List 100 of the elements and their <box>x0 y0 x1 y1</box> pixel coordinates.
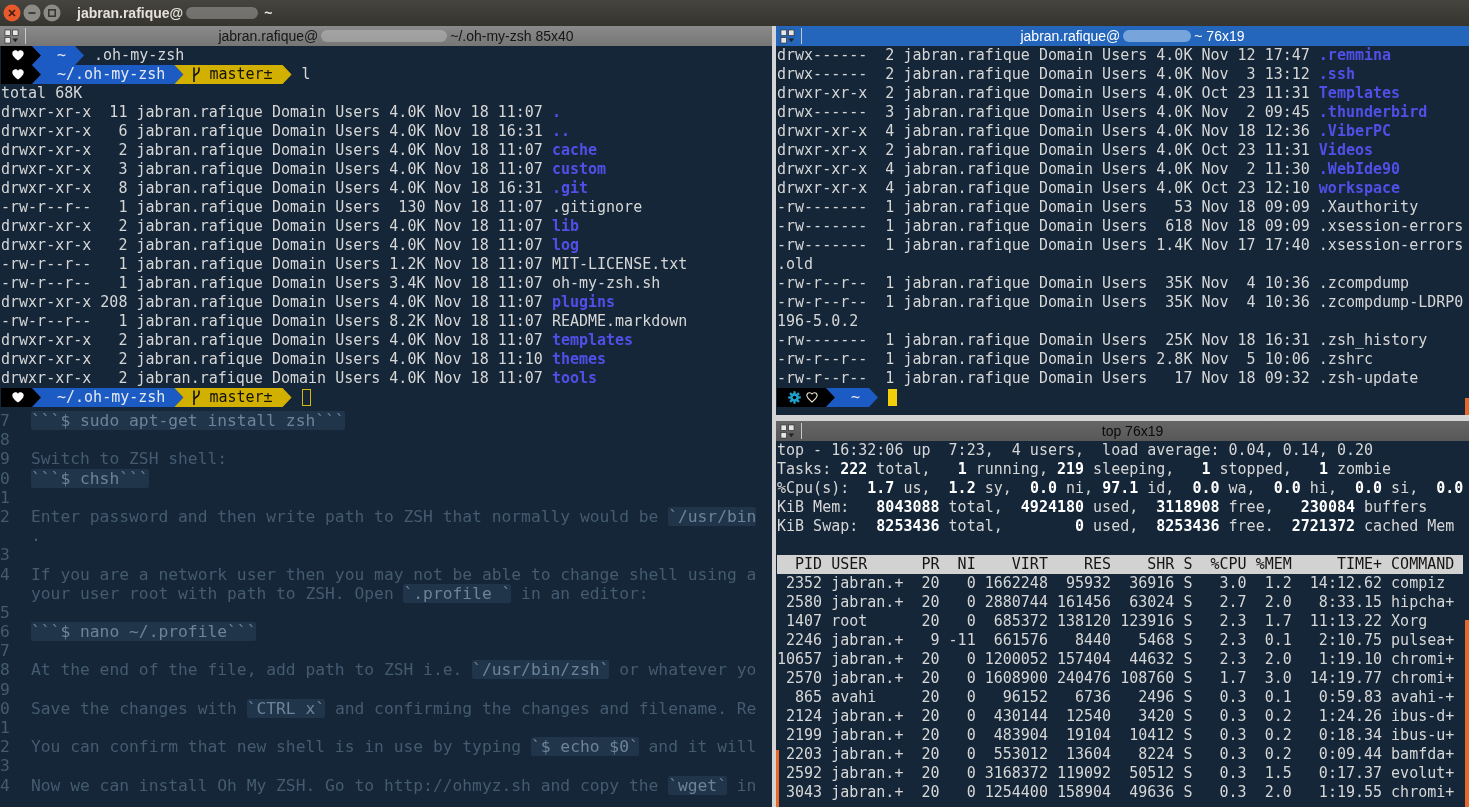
table-header: PID USER PR NI VIRT RES SHR S %CPU %MEM TIME+ COMMAND <box>777 555 1464 574</box>
file-name: cache <box>551 141 598 160</box>
pane-title: ~ 76x19 <box>1194 28 1245 44</box>
path-segment: ~ <box>32 46 85 65</box>
line-number: 3 <box>0 545 10 565</box>
file-details: drwxr-xr-x 2 jabran.rafique Domain Users 4.0K Nov 18 11:07 <box>1 236 543 255</box>
file-name: themes <box>551 350 607 369</box>
document-line: Now we can install Oh My ZSH. Go to http://ohmyz.sh and copy the `wget` in <box>31 775 757 795</box>
gear-icon <box>788 391 801 404</box>
grid-icon[interactable] <box>4 28 19 44</box>
maximize-icon[interactable] <box>43 4 61 22</box>
heart-icon <box>12 69 24 80</box>
process-row-text: 2203 jabran.+ 20 0 553012 13604 8224 S 0.3 0.2 0:09.44 bamfda+ <box>785 745 1456 764</box>
output-text: total 68K <box>1 84 83 103</box>
file-name: .Xauthority <box>1318 198 1419 217</box>
file-details: drwxr-xr-x 3 jabran.rafique Domain Users 4.0K Nov 18 11:07 <box>1 160 543 179</box>
file-name: .. <box>551 122 570 141</box>
window-title: ~ <box>264 5 273 21</box>
file-name: templates <box>551 331 634 350</box>
process-row-text: 10657 jabran.+ 20 0 1200052 157404 44632 S 2.3 2.0 1:19.10 chromi+ <box>777 650 1456 669</box>
grid-icon[interactable] <box>780 28 795 44</box>
branch-name: master± <box>209 388 273 407</box>
file-details: drwxr-xr-x 4 jabran.rafique Domain Users 4.0K Nov 2 11:30 <box>777 160 1310 179</box>
file-details: -rw------- 1 jabran.rafique Domain Users 25K Nov 18 16:31 <box>777 331 1310 350</box>
file-details: drwx------ 2 jabran.rafique Domain Users 4.0K Nov 12 17:47 <box>777 46 1310 65</box>
file-details: -rw-r--r-- 1 jabran.rafique Domain Users 2.8K Nov 5 10:06 <box>777 350 1310 369</box>
heart-outline-icon <box>806 392 818 403</box>
summary-line: Tasks: 222 total, 1 running, 219 sleeping, 1 stopped, 1 zombie <box>777 460 1393 479</box>
scrollbar-thumb <box>1465 398 1469 415</box>
document-line: Save the changes with `CTRL x` and confirming the changes and filename. Re <box>31 698 757 718</box>
document-line: If you are a network user then you may not be able to change shell using a <box>31 564 757 584</box>
file-name: plugins <box>551 293 616 312</box>
file-name: Templates <box>1318 84 1401 103</box>
process-row-text: 2246 jabran.+ 9 -11 661576 8440 5468 S 2.3 0.1 2:10.75 pulsea+ <box>785 631 1456 650</box>
line-number: 5 <box>0 602 10 623</box>
file-name: custom <box>551 160 607 179</box>
file-name: workspace <box>1318 179 1401 198</box>
file-details: -rw-r--r-- 1 jabran.rafique Domain Users 130 Nov 18 11:07 <box>1 198 543 217</box>
pane-title: jabran.rafique@ <box>1020 28 1121 44</box>
summary-line: top - 16:32:06 up 7:23, 4 users, load average: 0.04, 0.14, 0.20 <box>777 441 1375 460</box>
file-name: lib <box>551 217 579 236</box>
file-details: -rw-r--r-- 1 jabran.rafique Domain Users 17 Nov 18 09:32 <box>777 369 1310 388</box>
grid-icon[interactable] <box>780 423 795 439</box>
line-number: 3 <box>0 756 10 776</box>
output-text: 196-5.0.2 <box>777 312 859 331</box>
file-name: oh-my-zsh.sh <box>551 274 661 293</box>
process-row-text: 2199 jabran.+ 20 0 483904 19104 10412 S 0.3 0.2 0:18.34 ibus-u+ <box>785 726 1456 745</box>
pane-title: top 76x19 <box>1101 423 1164 439</box>
file-name: .zcompdump-LDRP0 <box>1318 293 1464 312</box>
document-line: Enter password and then write path to ZSH that normally would be `/usr/bin <box>31 506 757 527</box>
file-details: -rw------- 1 jabran.rafique Domain Users 53 Nov 18 09:09 <box>777 198 1310 217</box>
line-number: 0 <box>0 468 10 488</box>
file-name: .ssh <box>1318 65 1355 84</box>
file-details: -rw-r--r-- 1 jabran.rafique Domain Users 3.4K Nov 18 11:07 <box>1 274 543 293</box>
file-name: . <box>551 103 561 122</box>
process-row-text: 1407 root 20 0 685372 138120 123916 S 2.3 1.7 11:13.22 Xorg <box>785 612 1429 631</box>
file-name: .zcompdump <box>1318 274 1410 293</box>
window-title: jabran.rafique@ <box>77 5 184 21</box>
document-line: your user root with path to ZSH. Open `.profile ` in an editor: <box>31 583 649 603</box>
process-row-text: 2592 jabran.+ 20 0 3168372 119092 50512 S 0.3 1.5 0:17.37 evolut+ <box>785 764 1456 783</box>
file-name: .remmina <box>1318 46 1392 65</box>
line-number: 0 <box>0 698 10 718</box>
file-name: README.markdown <box>551 312 688 331</box>
file-name: .zsh_history <box>1318 331 1428 350</box>
file-details: drwxr-xr-x 2 jabran.rafique Domain Users 4.0K Nov 18 11:10 <box>1 350 543 369</box>
file-name: .git <box>551 179 588 198</box>
file-details: drwxr-xr-x 2 jabran.rafique Domain Users 4.0K Nov 18 11:07 <box>1 217 543 236</box>
output-text: .old <box>777 255 814 274</box>
file-details: -rw-r--r-- 1 jabran.rafique Domain Users 35K Nov 4 10:36 <box>777 274 1310 293</box>
line-number: 1 <box>0 487 10 507</box>
file-name: tools <box>551 369 598 388</box>
branch-icon <box>192 390 202 405</box>
minimize-icon[interactable] <box>23 4 41 22</box>
line-number: 4 <box>0 564 10 584</box>
path-segment: ~/.oh-my-zsh <box>32 388 184 407</box>
file-name: Videos <box>1318 141 1374 160</box>
file-details: -rw------- 1 jabran.rafique Domain Users 618 Nov 18 09:09 <box>777 217 1310 236</box>
file-details: drwxr-xr-x 4 jabran.rafique Domain Users 4.0K Oct 23 12:10 <box>777 179 1310 198</box>
line-number: 4 <box>0 775 10 795</box>
file-details: drwxr-xr-x 11 jabran.rafique Domain Users 4.0K Nov 18 11:07 <box>1 103 543 122</box>
document-line: At the end of the file, add path to ZSH i.e. `/usr/bin/zsh` or whatever yo <box>31 660 757 680</box>
line-number: 6 <box>0 622 10 642</box>
process-row-text: 2352 jabran.+ 20 0 1662248 95932 36916 S 3.0 1.2 14:12.62 compiz <box>785 574 1447 593</box>
line-number: 9 <box>0 679 10 699</box>
line-number: 8 <box>0 430 10 450</box>
file-details: drwxr-xr-x 2 jabran.rafique Domain Users 4.0K Nov 18 11:07 <box>1 369 543 388</box>
file-details: drwxr-xr-x 6 jabran.rafique Domain Users 4.0K Nov 18 16:31 <box>1 122 543 141</box>
path-segment: ~/.oh-my-zsh <box>32 65 184 84</box>
file-details: drwxr-xr-x 4 jabran.rafique Domain Users 4.0K Nov 18 12:36 <box>777 122 1310 141</box>
line-number: 7 <box>0 411 10 431</box>
summary-line: KiB Swap: 8253436 total, 0 used, 8253436 free. 2721372 cached Mem <box>777 517 1456 536</box>
process-row-text: 2124 jabran.+ 20 0 430144 12540 3420 S 0.3 0.2 1:24.26 ibus-d+ <box>785 707 1456 726</box>
close-icon[interactable] <box>3 4 21 22</box>
process-row-text: 2580 jabran.+ 20 0 2880744 161456 63024 S 2.7 2.0 8:33.15 hipcha+ <box>785 593 1456 612</box>
file-details: drwxr-xr-x 2 jabran.rafique Domain Users 4.0K Nov 18 11:07 <box>1 331 543 350</box>
file-details: drwxr-xr-x 208 jabran.rafique Domain Users 4.0K Nov 18 11:07 <box>1 293 543 312</box>
file-details: drwxr-xr-x 2 jabran.rafique Domain Users 4.0K Nov 18 11:07 <box>1 141 543 160</box>
file-details: -rw-r--r-- 1 jabran.rafique Domain Users 1.2K Nov 18 11:07 <box>1 255 543 274</box>
pane-title: ~/.oh-my-zsh 85x40 <box>450 28 574 44</box>
file-name: .zshrc <box>1318 350 1374 369</box>
